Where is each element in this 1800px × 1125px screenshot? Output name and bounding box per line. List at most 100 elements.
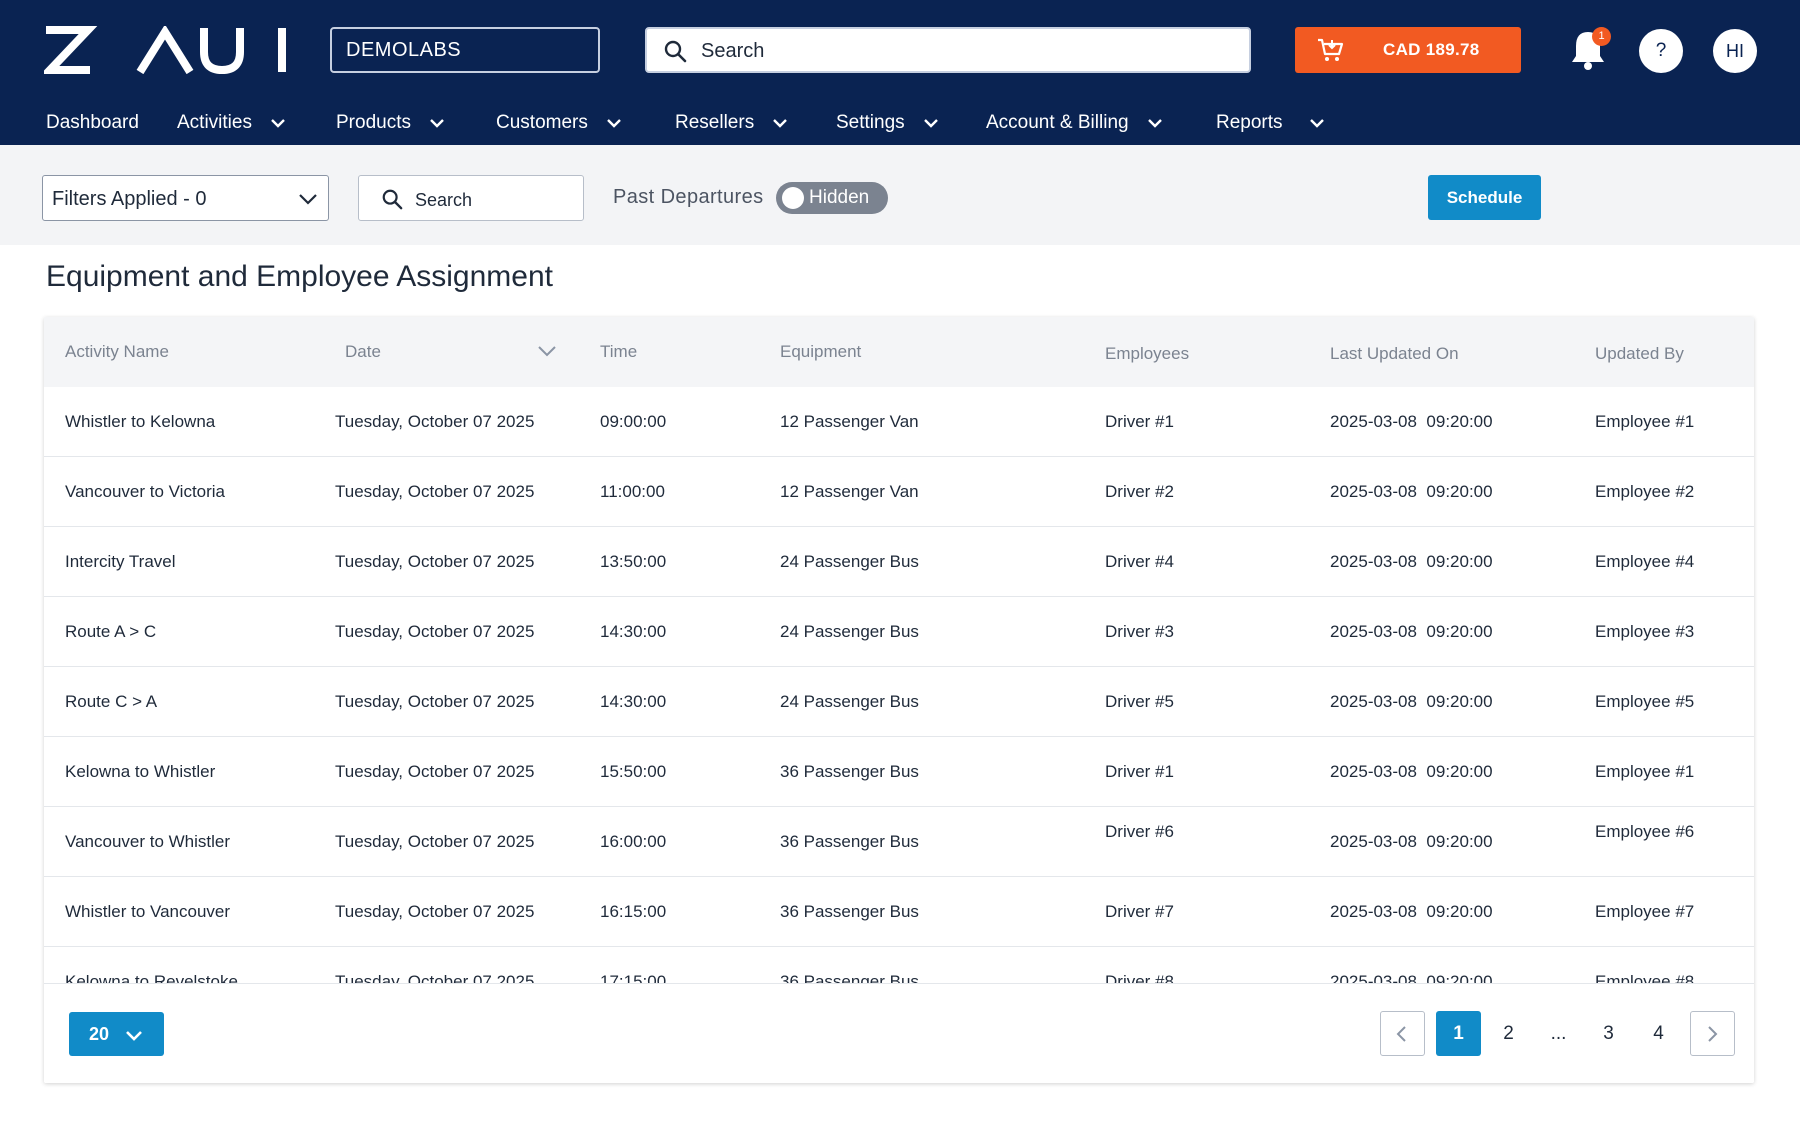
user-avatar[interactable]: HI bbox=[1713, 29, 1757, 73]
cell-updated-by: Employee #3 bbox=[1595, 622, 1695, 641]
column-header-time[interactable]: Time bbox=[600, 342, 637, 362]
nav-item-account-billing[interactable]: Account & Billing bbox=[986, 108, 1163, 138]
cell-last-updated-on: 2025-03-08 09:20:00 bbox=[1330, 972, 1493, 983]
past-departures-label: Past Departures bbox=[613, 186, 764, 208]
past-departures-toggle[interactable]: Hidden bbox=[776, 182, 888, 214]
cell-last-updated-on: 2025-03-08 09:20:00 bbox=[1330, 832, 1493, 851]
cell-activity-name: Kelowna to Whistler bbox=[65, 762, 216, 781]
prev-page-button[interactable] bbox=[1380, 1011, 1425, 1056]
cell-updated-by: Employee #7 bbox=[1595, 902, 1695, 921]
chevron-left-icon bbox=[1396, 1026, 1406, 1042]
cell-updated-by: Employee #1 bbox=[1595, 762, 1695, 781]
column-header-updated-by[interactable]: Updated By bbox=[1595, 344, 1684, 364]
table-row[interactable]: Route A > C Tuesday, October 07 2025 14:… bbox=[44, 597, 1754, 667]
cell-updated-by: Employee #5 bbox=[1595, 692, 1695, 711]
page-ellipsis: ... bbox=[1550, 1023, 1567, 1044]
cell-employees: Driver #1 bbox=[1105, 762, 1174, 781]
cell-date: Tuesday, October 07 2025 bbox=[335, 902, 535, 921]
cell-time: 13:50:00 bbox=[600, 552, 667, 571]
table-row[interactable]: Kelowna to Revelstoke Tuesday, October 0… bbox=[44, 947, 1754, 983]
chevron-down-icon bbox=[1309, 112, 1325, 134]
nav-item-label: Activities bbox=[177, 112, 252, 133]
table-search-input[interactable]: Search bbox=[358, 175, 584, 221]
zaui-logo[interactable] bbox=[44, 26, 290, 74]
nav-item-resellers[interactable]: Resellers bbox=[675, 108, 788, 138]
chevron-down-icon bbox=[923, 112, 939, 134]
column-header-last-updated-on[interactable]: Last Updated On bbox=[1330, 344, 1459, 364]
table-row[interactable]: Whistler to Kelowna Tuesday, October 07 … bbox=[44, 387, 1754, 457]
cell-last-updated-on: 2025-03-08 09:20:00 bbox=[1330, 762, 1493, 781]
page-button-1[interactable]: 1 bbox=[1436, 1011, 1481, 1056]
page-button-3[interactable]: 3 bbox=[1586, 1011, 1631, 1056]
column-header-employees[interactable]: Employees bbox=[1105, 344, 1189, 364]
chevron-down-icon bbox=[270, 112, 286, 134]
cell-equipment: 36 Passenger Bus bbox=[780, 762, 919, 781]
cell-time: 15:50:00 bbox=[600, 762, 667, 781]
cell-updated-by: Employee #2 bbox=[1595, 482, 1695, 501]
cart-icon bbox=[1317, 37, 1345, 68]
nav-item-customers[interactable]: Customers bbox=[496, 108, 622, 138]
cell-time: 14:30:00 bbox=[600, 692, 667, 711]
cell-date: Tuesday, October 07 2025 bbox=[335, 692, 535, 711]
table-row[interactable]: Vancouver to Victoria Tuesday, October 0… bbox=[44, 457, 1754, 527]
column-header-date[interactable]: Date bbox=[345, 342, 381, 362]
table-row[interactable]: Kelowna to Whistler Tuesday, October 07 … bbox=[44, 737, 1754, 807]
next-page-button[interactable] bbox=[1690, 1011, 1735, 1056]
cell-last-updated-on: 2025-03-08 09:20:00 bbox=[1330, 692, 1493, 711]
page-size-dropdown[interactable]: 20 bbox=[69, 1012, 164, 1056]
organization-selector[interactable]: DEMOLABS bbox=[330, 27, 600, 73]
cell-equipment: 36 Passenger Bus bbox=[780, 902, 919, 921]
cell-activity-name: Whistler to Kelowna bbox=[65, 412, 216, 431]
column-header-activity-name[interactable]: Activity Name bbox=[65, 342, 169, 362]
cell-updated-by: Employee #4 bbox=[1595, 552, 1695, 571]
search-icon bbox=[663, 39, 687, 68]
nav-item-dashboard[interactable]: Dashboard bbox=[46, 108, 139, 138]
schedule-button[interactable]: Schedule bbox=[1428, 175, 1541, 220]
cart-button[interactable]: CAD 189.78 bbox=[1295, 27, 1521, 73]
cell-time: 16:15:00 bbox=[600, 902, 667, 921]
notification-badge: 1 bbox=[1592, 27, 1611, 46]
page-button-2[interactable]: 2 bbox=[1486, 1011, 1531, 1056]
cell-equipment: 24 Passenger Bus bbox=[780, 552, 919, 571]
global-search-input[interactable]: Search bbox=[645, 27, 1251, 73]
toggle-state-label: Hidden bbox=[809, 187, 870, 208]
nav-item-products[interactable]: Products bbox=[336, 108, 445, 138]
table-row[interactable]: Vancouver to Whistler Tuesday, October 0… bbox=[44, 807, 1754, 877]
chevron-down-icon bbox=[429, 112, 445, 134]
cell-date: Tuesday, October 07 2025 bbox=[335, 622, 535, 641]
nav-item-activities[interactable]: Activities bbox=[177, 108, 286, 138]
cell-last-updated-on: 2025-03-08 09:20:00 bbox=[1330, 622, 1493, 641]
cell-date: Tuesday, October 07 2025 bbox=[335, 972, 535, 983]
cell-activity-name: Intercity Travel bbox=[65, 552, 176, 571]
cell-equipment: 36 Passenger Bus bbox=[780, 972, 919, 983]
cell-equipment: 24 Passenger Bus bbox=[780, 622, 919, 641]
nav-item-label: Settings bbox=[836, 112, 905, 133]
page-button-4[interactable]: 4 bbox=[1636, 1011, 1681, 1056]
cell-updated-by: Employee #1 bbox=[1595, 412, 1695, 431]
cell-activity-name: Vancouver to Whistler bbox=[65, 832, 231, 851]
help-button[interactable]: ? bbox=[1639, 29, 1683, 73]
cell-employees: Driver #7 bbox=[1105, 902, 1174, 921]
table-row[interactable]: Whistler to Vancouver Tuesday, October 0… bbox=[44, 877, 1754, 947]
cell-activity-name: Vancouver to Victoria bbox=[65, 482, 226, 501]
chevron-down-icon bbox=[606, 112, 622, 134]
nav-item-settings[interactable]: Settings bbox=[836, 108, 939, 138]
filters-applied-label: Filters Applied - 0 bbox=[52, 188, 207, 210]
column-header-equipment[interactable]: Equipment bbox=[780, 342, 861, 362]
filters-dropdown[interactable]: Filters Applied - 0 bbox=[42, 175, 329, 221]
main-nav: Dashboard Activities Products Customers … bbox=[0, 108, 1800, 138]
table-row[interactable]: Intercity Travel Tuesday, October 07 202… bbox=[44, 527, 1754, 597]
table-body: Whistler to Kelowna Tuesday, October 07 … bbox=[44, 387, 1754, 983]
cell-activity-name: Route C > A bbox=[65, 692, 158, 711]
cell-time: 09:00:00 bbox=[600, 412, 667, 431]
filter-bar: Filters Applied - 0 Search Past Departur… bbox=[0, 145, 1800, 245]
cell-equipment: 36 Passenger Bus bbox=[780, 832, 919, 851]
sort-chevron-icon[interactable] bbox=[537, 344, 557, 362]
cell-date: Tuesday, October 07 2025 bbox=[335, 412, 535, 431]
nav-item-reports[interactable]: Reports bbox=[1216, 108, 1325, 138]
table-row[interactable]: Route C > A Tuesday, October 07 2025 14:… bbox=[44, 667, 1754, 737]
global-search-placeholder: Search bbox=[701, 40, 765, 62]
nav-item-label: Dashboard bbox=[46, 112, 139, 133]
chevron-down-icon bbox=[1147, 112, 1163, 134]
cell-last-updated-on: 2025-03-08 09:20:00 bbox=[1330, 552, 1493, 571]
